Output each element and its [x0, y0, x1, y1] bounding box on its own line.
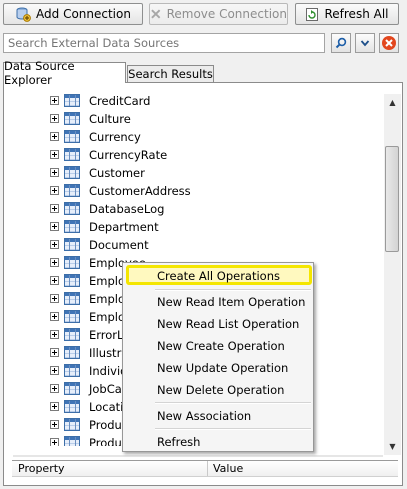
table-icon	[64, 166, 80, 179]
expand-icon[interactable]	[50, 438, 59, 446]
remove-connection-button[interactable]: Remove Connection	[149, 3, 288, 25]
expand-icon[interactable]	[50, 114, 59, 123]
refresh-all-label: Refresh All	[324, 7, 389, 21]
search-options-button[interactable]	[355, 33, 375, 53]
tree-item-label: Document	[89, 238, 149, 252]
tree-item-label: CreditCard	[89, 94, 151, 108]
expand-icon[interactable]	[50, 168, 59, 177]
expand-icon[interactable]	[50, 186, 59, 195]
menu-separator	[155, 428, 311, 430]
scroll-down-arrow-icon[interactable]: ▼	[384, 438, 401, 455]
tree-horizontal-scrollbar[interactable]	[13, 455, 383, 457]
search-input[interactable]	[3, 33, 325, 53]
table-icon	[64, 418, 80, 431]
search-button[interactable]	[331, 33, 351, 53]
expand-icon[interactable]	[50, 204, 59, 213]
expand-icon[interactable]	[50, 150, 59, 159]
expand-icon[interactable]	[50, 420, 59, 429]
menu-separator	[155, 289, 311, 291]
table-icon	[64, 202, 80, 215]
menu-item-refresh[interactable]: Refresh	[157, 435, 200, 449]
tab-search-results[interactable]: Search Results	[127, 65, 214, 82]
tree-item-label: DatabaseLog	[89, 202, 165, 216]
menu-item-new-update-operation[interactable]: New Update Operation	[157, 361, 288, 375]
table-icon	[64, 238, 80, 251]
expand-icon[interactable]	[50, 240, 59, 249]
expand-icon[interactable]	[50, 312, 59, 321]
expand-icon[interactable]	[50, 366, 59, 375]
tab-search-results-label: Search Results	[128, 67, 213, 81]
table-icon	[64, 184, 80, 197]
refresh-all-button[interactable]: Refresh All	[295, 3, 399, 25]
table-icon	[64, 310, 80, 323]
expand-icon[interactable]	[50, 96, 59, 105]
property-column-header: Property	[18, 462, 65, 475]
value-column-header: Value	[213, 462, 244, 475]
add-connection-label: Add Connection	[36, 7, 131, 21]
table-icon	[64, 94, 80, 107]
chevron-down-icon	[360, 40, 370, 47]
context-menu: Create All Operations New Read Item Oper…	[122, 262, 314, 452]
search-icon	[335, 37, 347, 49]
refresh-icon	[306, 7, 319, 21]
add-connection-button[interactable]: Add Connection	[3, 3, 143, 25]
table-icon	[64, 364, 80, 377]
add-connection-icon	[16, 7, 31, 22]
tree-item-label: Department	[89, 220, 159, 234]
menu-item-new-read-item-operation[interactable]: New Read Item Operation	[157, 295, 305, 309]
expand-icon[interactable]	[50, 348, 59, 357]
table-icon	[64, 112, 80, 125]
tab-data-source-explorer-label: Data Source Explorer	[4, 59, 75, 87]
table-icon	[64, 220, 80, 233]
close-icon	[382, 36, 396, 50]
expand-icon[interactable]	[50, 402, 59, 411]
menu-item-new-read-list-operation[interactable]: New Read List Operation	[157, 317, 299, 331]
tree-item-label: CurrencyRate	[89, 148, 168, 162]
table-icon	[64, 436, 80, 446]
tab-data-source-explorer[interactable]: Data Source Explorer	[3, 59, 126, 87]
menu-item-new-delete-operation[interactable]: New Delete Operation	[157, 383, 284, 397]
column-divider[interactable]	[207, 461, 208, 476]
table-icon	[64, 292, 80, 305]
table-icon	[64, 256, 80, 269]
expand-icon[interactable]	[50, 384, 59, 393]
table-icon	[64, 382, 80, 395]
table-icon	[64, 346, 80, 359]
tree-vertical-scrollbar[interactable]: ▲ ▼	[384, 94, 401, 455]
expand-icon[interactable]	[50, 294, 59, 303]
expand-icon[interactable]	[50, 222, 59, 231]
expand-icon[interactable]	[50, 330, 59, 339]
expand-icon[interactable]	[50, 132, 59, 141]
table-icon	[64, 148, 80, 161]
menu-item-new-create-operation[interactable]: New Create Operation	[157, 339, 285, 353]
menu-separator	[155, 402, 311, 404]
tree-item-label: Currency	[89, 130, 141, 144]
menu-item-new-association[interactable]: New Association	[157, 409, 251, 423]
menu-item-create-all-operations[interactable]: Create All Operations	[157, 269, 280, 283]
table-icon	[64, 400, 80, 413]
remove-connection-label: Remove Connection	[166, 7, 287, 21]
scroll-up-arrow-icon[interactable]: ▲	[384, 94, 401, 111]
expand-icon[interactable]	[50, 276, 59, 285]
scrollbar-thumb[interactable]	[385, 146, 399, 252]
clear-search-button[interactable]	[379, 33, 399, 53]
remove-icon	[151, 9, 161, 19]
tree-item-label: CustomerAddress	[89, 184, 191, 198]
tree-item-label: Culture	[89, 112, 131, 126]
table-icon	[64, 274, 80, 287]
table-icon	[64, 130, 80, 143]
table-icon	[64, 328, 80, 341]
tree-item-label: Customer	[89, 166, 145, 180]
expand-icon[interactable]	[50, 258, 59, 267]
properties-grid-header: Property Value	[12, 460, 398, 477]
